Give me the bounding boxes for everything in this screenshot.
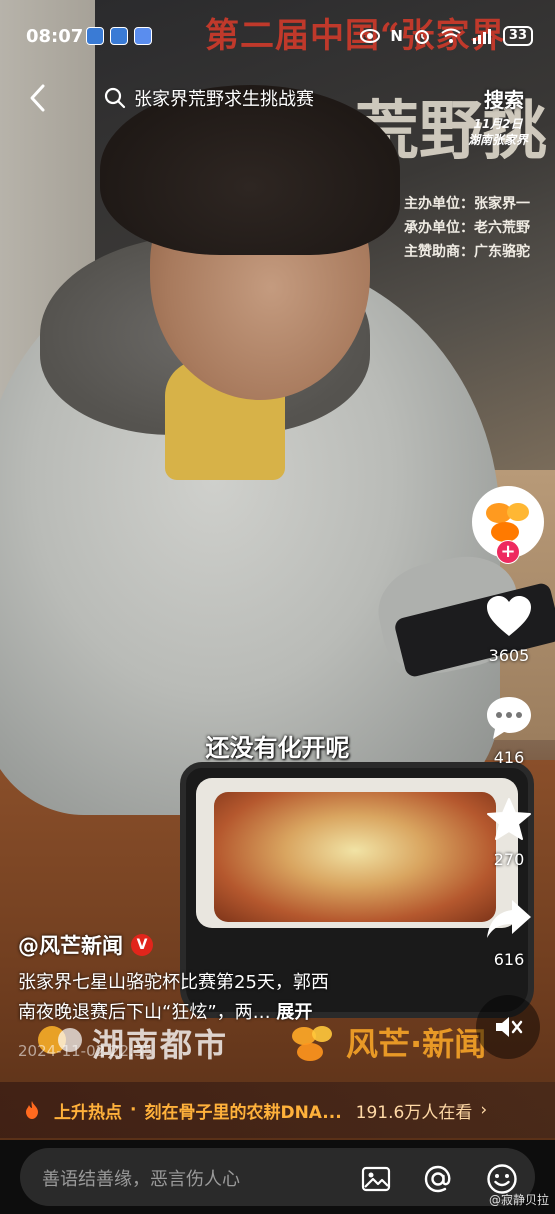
status-bar: 08:07 N 33 bbox=[0, 0, 555, 72]
comment-button[interactable]: 416 bbox=[477, 694, 541, 767]
hot-topic-title: 刻在骨子里的农耕DNA... bbox=[144, 1102, 342, 1123]
banner-organizer: 主办单位：张家界一 bbox=[404, 196, 530, 212]
banner-date: 11月2日 湖南张家界 bbox=[458, 116, 538, 148]
author-name[interactable]: @风芒新闻 bbox=[18, 930, 123, 960]
search-query: 张家界荒野求生挑战赛 bbox=[134, 89, 314, 110]
search-button[interactable]: 搜索 bbox=[484, 84, 524, 113]
battery-indicator: 33 bbox=[502, 26, 533, 46]
hot-topic-separator: · bbox=[130, 1100, 137, 1120]
mute-button[interactable] bbox=[476, 995, 540, 1059]
image-icon bbox=[361, 1166, 391, 1192]
like-count: 3605 bbox=[488, 646, 530, 665]
favorite-count: 270 bbox=[493, 850, 525, 869]
hotpot-food bbox=[214, 792, 496, 922]
status-time: 08:07 bbox=[26, 26, 84, 47]
comment-bar: 善语结善缘，恶言伤人心 @寂静贝拉 bbox=[0, 1140, 555, 1214]
verified-badge-icon: V bbox=[131, 934, 153, 956]
favorite-button[interactable]: 270 bbox=[477, 796, 541, 869]
chevron-left-icon bbox=[30, 84, 45, 112]
flame-icon bbox=[26, 1101, 38, 1119]
search-input[interactable]: 张家界荒野求生挑战赛 bbox=[100, 80, 460, 116]
speaker-muted-icon bbox=[496, 1017, 523, 1037]
notification-app-icon bbox=[110, 27, 128, 45]
post-description[interactable]: 张家界七星山骆驼杯比赛第25天，郭西 南夜晚退赛后下山“狂炫”，两… 展开 bbox=[18, 968, 438, 1028]
nfc-icon: N bbox=[390, 27, 403, 45]
author-row[interactable]: @风芒新闻 V bbox=[18, 930, 153, 960]
comment-icon bbox=[487, 697, 531, 739]
signal-icon bbox=[472, 29, 491, 44]
back-button[interactable] bbox=[22, 82, 54, 114]
weibo-watermark: @寂静贝拉 bbox=[488, 1193, 549, 1207]
alarm-icon bbox=[414, 30, 429, 44]
notification-app-icon bbox=[86, 27, 104, 45]
follow-button[interactable]: + bbox=[496, 540, 520, 564]
video-subtitle: 还没有化开呢 bbox=[205, 734, 350, 762]
comment-count: 416 bbox=[493, 748, 525, 767]
chevron-right-icon: › bbox=[480, 1100, 488, 1120]
share-button[interactable]: 616 bbox=[477, 896, 541, 969]
comment-placeholder: 善语结善缘，恶言伤人心 bbox=[42, 1169, 240, 1190]
description-line: 张家界七星山骆驼杯比赛第25天，郭西 bbox=[18, 972, 329, 993]
post-timestamp: 2024-11-02 22:35 bbox=[18, 1042, 154, 1060]
like-button[interactable]: 3605 bbox=[477, 594, 541, 665]
banner-location-line: 湖南张家界 bbox=[467, 133, 528, 147]
banner-date-line: 11月2日 bbox=[473, 117, 523, 131]
hot-topic-bar[interactable]: 上升热点 · 刻在骨子里的农耕DNA... 191.6万人在看 › bbox=[0, 1082, 555, 1138]
mention-button[interactable] bbox=[422, 1163, 454, 1195]
hot-topic-views: 191.6万人在看 bbox=[355, 1102, 473, 1123]
heart-icon bbox=[487, 596, 531, 636]
wifi-icon bbox=[441, 28, 461, 43]
share-arrow-icon bbox=[487, 900, 531, 938]
hot-topic-label: 上升热点 bbox=[54, 1102, 122, 1123]
comment-input[interactable]: 善语结善缘，恶言伤人心 bbox=[20, 1148, 535, 1206]
banner-sponsor: 主赞助商：广东骆驼 bbox=[404, 244, 530, 260]
status-indicators: N 33 bbox=[360, 26, 533, 46]
status-app-icons bbox=[86, 27, 152, 45]
search-icon bbox=[104, 87, 126, 109]
expand-button[interactable]: 展开 bbox=[276, 1002, 312, 1023]
banner-info: 主办单位：张家界一 承办单位：老六荒野 主赞助商：广东骆驼 bbox=[404, 192, 530, 264]
image-picker-button[interactable] bbox=[360, 1163, 392, 1195]
banner-co-organizer: 承办单位：老六荒野 bbox=[404, 220, 530, 236]
eye-icon bbox=[360, 29, 381, 43]
chat-app-icon bbox=[134, 27, 152, 45]
at-sign-icon bbox=[424, 1165, 451, 1193]
description-line-text: 南夜晚退赛后下山“狂炫”，两… bbox=[18, 1002, 271, 1023]
description-line-2: 南夜晚退赛后下山“狂炫”，两… 展开 bbox=[18, 998, 438, 1028]
star-icon bbox=[487, 798, 531, 840]
share-count: 616 bbox=[493, 950, 525, 969]
